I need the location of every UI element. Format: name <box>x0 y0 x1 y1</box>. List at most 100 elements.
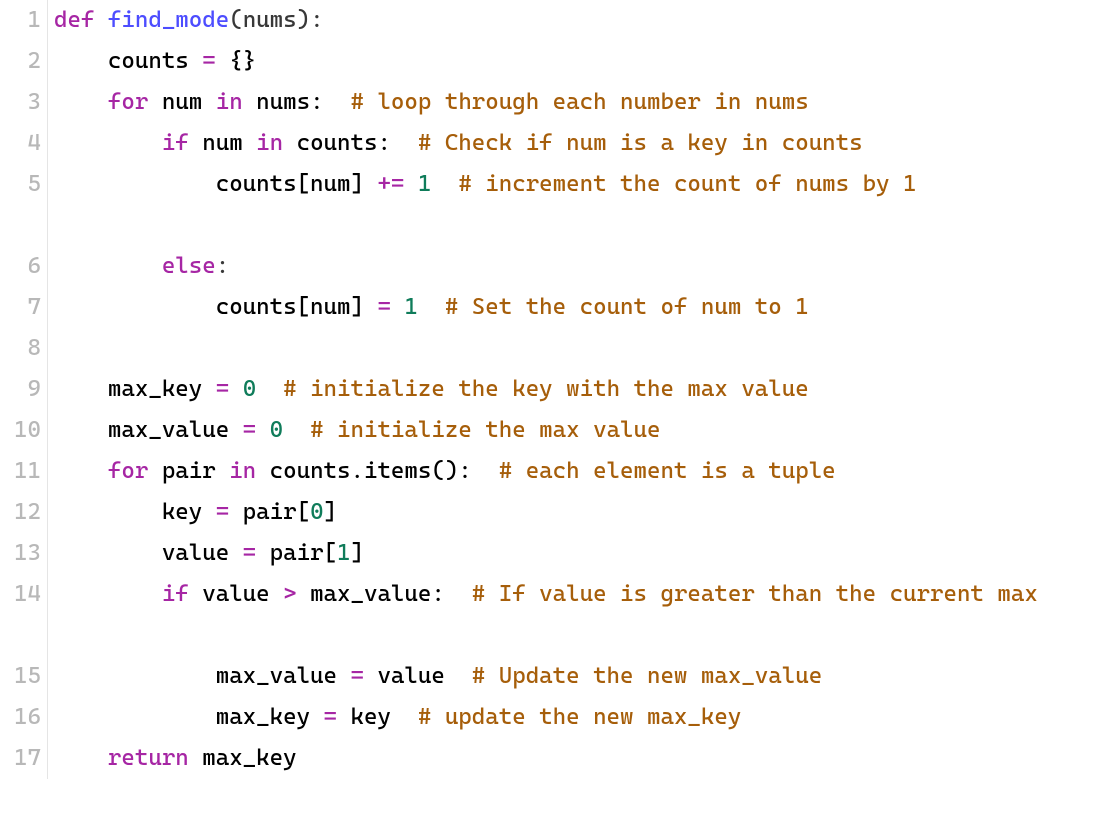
text-token <box>54 335 67 361</box>
text-token: num <box>148 89 215 115</box>
text-token: counts[num] <box>54 294 377 320</box>
line-number-continuation <box>0 615 41 656</box>
keyword-token: if <box>162 130 189 156</box>
line-number: 8 <box>0 328 41 369</box>
op-token: = <box>377 294 390 320</box>
line-number: 9 <box>0 369 41 410</box>
number-token: 0 <box>270 417 283 443</box>
code-line: value = pair[1] <box>54 533 1094 574</box>
text-token <box>229 376 242 402</box>
number-token: 1 <box>404 294 417 320</box>
line-number: 16 <box>0 697 41 738</box>
code-line: key = pair[0] <box>54 492 1094 533</box>
text-token: key <box>337 704 418 730</box>
text-token: counts: <box>283 130 418 156</box>
code-line: return max_key <box>54 738 1094 779</box>
keyword-token: else <box>162 253 216 279</box>
line-number: 13 <box>0 533 41 574</box>
line-number: 7 <box>0 287 41 328</box>
line-number: 17 <box>0 738 41 779</box>
punct-token: (nums): <box>229 7 323 33</box>
code-line: counts[num] = 1 # Set the count of num t… <box>54 287 1094 328</box>
op-token: = <box>216 499 229 525</box>
line-number: 11 <box>0 451 41 492</box>
text-token: counts.items(): <box>256 458 499 484</box>
code-line: max_key = key # update the new max_key <box>54 697 1094 738</box>
code-area: def find_mode(nums): counts = {} for num… <box>48 0 1094 779</box>
text-token <box>54 89 108 115</box>
text-token: counts[num] <box>54 171 377 197</box>
code-line: counts[num] += 1 # increment the count o… <box>54 164 1094 246</box>
keyword-token: if <box>162 581 189 607</box>
text-token <box>54 458 108 484</box>
text-token: ] <box>351 540 364 566</box>
text-token: max_value: <box>297 581 472 607</box>
text-token <box>54 581 162 607</box>
code-line <box>54 328 1094 369</box>
number-token: 0 <box>310 499 323 525</box>
code-line: if num in counts: # Check if num is a ke… <box>54 123 1094 164</box>
code-line: counts = {} <box>54 41 1094 82</box>
line-number: 4 <box>0 123 41 164</box>
keyword-token: in <box>256 130 283 156</box>
text-token: nums: <box>243 89 351 115</box>
op-token: = <box>243 540 256 566</box>
op-token: = <box>216 376 229 402</box>
line-number: 5 <box>0 164 41 205</box>
text-token <box>256 417 269 443</box>
text-token <box>54 253 162 279</box>
line-number: 3 <box>0 82 41 123</box>
text-token: pair[ <box>229 499 310 525</box>
text-token <box>431 171 458 197</box>
op-token: = <box>324 704 337 730</box>
line-number: 14 <box>0 574 41 615</box>
keyword-token: for <box>108 458 148 484</box>
op-token: > <box>283 581 296 607</box>
funcname-token: find_mode <box>108 7 229 33</box>
comment-token: # Set the count of num to 1 <box>445 294 809 320</box>
line-number: 12 <box>0 492 41 533</box>
line-number: 6 <box>0 246 41 287</box>
line-number-gutter: 1234567891011121314151617 <box>0 0 48 779</box>
op-token: = <box>350 663 363 689</box>
text-token: max_value <box>54 663 350 689</box>
text-token <box>283 417 310 443</box>
text-token: max_key <box>54 704 324 730</box>
keyword-token: in <box>216 89 243 115</box>
text-token: value <box>54 540 243 566</box>
comment-token: # initialize the max value <box>310 417 660 443</box>
code-line: def find_mode(nums): <box>54 0 1094 41</box>
keyword-token: return <box>108 745 189 771</box>
op-token: += <box>377 171 404 197</box>
keyword-token: def <box>54 7 94 33</box>
code-line: for num in nums: # loop through each num… <box>54 82 1094 123</box>
text-token <box>391 294 404 320</box>
keyword-token: for <box>108 89 148 115</box>
comment-token: # update the new max_key <box>418 704 741 730</box>
comment-token: # each element is a tuple <box>499 458 836 484</box>
op-token: = <box>243 417 256 443</box>
comment-token: # Update the new max_value <box>472 663 822 689</box>
comment-token: # loop through each number in nums <box>351 89 809 115</box>
comment-token: # If value is greater than the current m… <box>472 581 1038 607</box>
line-number: 2 <box>0 41 41 82</box>
code-line: else: <box>54 246 1094 287</box>
text-token: num <box>189 130 256 156</box>
text-token: counts <box>54 48 202 74</box>
text-token: ] <box>324 499 337 525</box>
text-token: {} <box>216 48 256 74</box>
line-number: 10 <box>0 410 41 451</box>
text-token <box>256 376 283 402</box>
code-line: for pair in counts.items(): # each eleme… <box>54 451 1094 492</box>
text-token <box>94 7 107 33</box>
number-token: 1 <box>418 171 431 197</box>
text-token <box>54 130 162 156</box>
comment-token: # initialize the key with the max value <box>283 376 809 402</box>
text-token <box>54 745 108 771</box>
code-line: max_value = value # Update the new max_v… <box>54 656 1094 697</box>
text-token: pair[ <box>256 540 337 566</box>
number-token: 1 <box>337 540 350 566</box>
keyword-token: in <box>229 458 256 484</box>
line-number-continuation <box>0 205 41 246</box>
text-token: key <box>54 499 216 525</box>
